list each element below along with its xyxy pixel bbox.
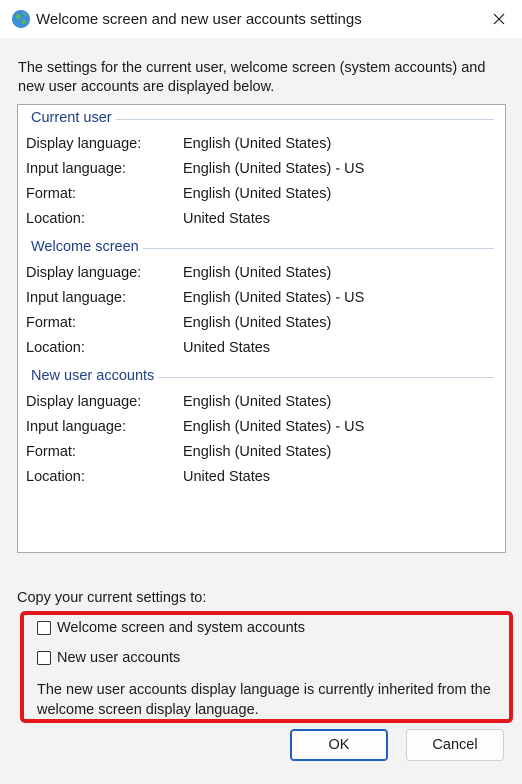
setting-value: English (United States) xyxy=(183,265,332,281)
setting-value: English (United States) xyxy=(183,315,332,331)
group-header-welcome-screen: Welcome screen xyxy=(31,237,494,257)
window-title: Welcome screen and new user accounts set… xyxy=(36,11,362,28)
group-header-current-user: Current user xyxy=(31,108,494,128)
setting-value: United States xyxy=(183,340,271,356)
close-icon xyxy=(493,13,505,25)
setting-value: English (United States) xyxy=(183,394,332,410)
group-header-new-user-accounts: New user accounts xyxy=(31,366,494,386)
new-user-accounts-checkbox[interactable] xyxy=(37,651,51,665)
group-title: New user accounts xyxy=(31,368,155,384)
setting-value: English (United States) xyxy=(183,186,332,202)
setting-value: English (United States) - US xyxy=(183,161,365,177)
inherit-note: The new user accounts display language i… xyxy=(37,682,491,718)
new-user-accounts-checkbox-label[interactable]: New user accounts xyxy=(57,650,180,666)
welcome-screen-checkbox-row[interactable]: Welcome screen and system accounts xyxy=(37,620,305,636)
setting-key: Display language: xyxy=(26,136,142,152)
setting-key: Format: xyxy=(26,186,76,202)
copy-settings-label: Copy your current settings to: xyxy=(17,590,207,606)
group-title: Welcome screen xyxy=(31,239,139,255)
ok-button[interactable]: OK xyxy=(290,729,388,761)
setting-key: Input language: xyxy=(26,161,126,177)
setting-key: Location: xyxy=(26,211,85,227)
setting-key: Location: xyxy=(26,340,85,356)
setting-key: Input language: xyxy=(26,419,126,435)
setting-value: English (United States) xyxy=(183,444,332,460)
globe-icon xyxy=(10,8,32,30)
cancel-button[interactable]: Cancel xyxy=(406,729,504,761)
setting-value: English (United States) xyxy=(183,136,332,152)
group-title: Current user xyxy=(31,110,112,126)
setting-key: Location: xyxy=(26,469,85,485)
setting-key: Display language: xyxy=(26,265,142,281)
setting-value: United States xyxy=(183,469,271,485)
setting-value: English (United States) - US xyxy=(183,290,365,306)
divider xyxy=(115,118,494,120)
close-button[interactable] xyxy=(476,0,522,38)
setting-key: Format: xyxy=(26,315,76,331)
setting-value: English (United States) - US xyxy=(183,419,365,435)
welcome-screen-checkbox-label[interactable]: Welcome screen and system accounts xyxy=(57,620,305,636)
setting-key: Format: xyxy=(26,444,76,460)
title-bar: Welcome screen and new user accounts set… xyxy=(0,0,522,38)
divider xyxy=(142,247,494,249)
setting-key: Input language: xyxy=(26,290,126,306)
setting-value: United States xyxy=(183,211,271,227)
divider xyxy=(158,376,494,378)
welcome-screen-checkbox[interactable] xyxy=(37,621,51,635)
settings-panel: Current user Display language: English (… xyxy=(17,104,506,553)
new-user-accounts-checkbox-row[interactable]: New user accounts xyxy=(37,650,180,666)
setting-key: Display language: xyxy=(26,394,142,410)
intro-text: The settings for the current user, welco… xyxy=(18,60,486,95)
